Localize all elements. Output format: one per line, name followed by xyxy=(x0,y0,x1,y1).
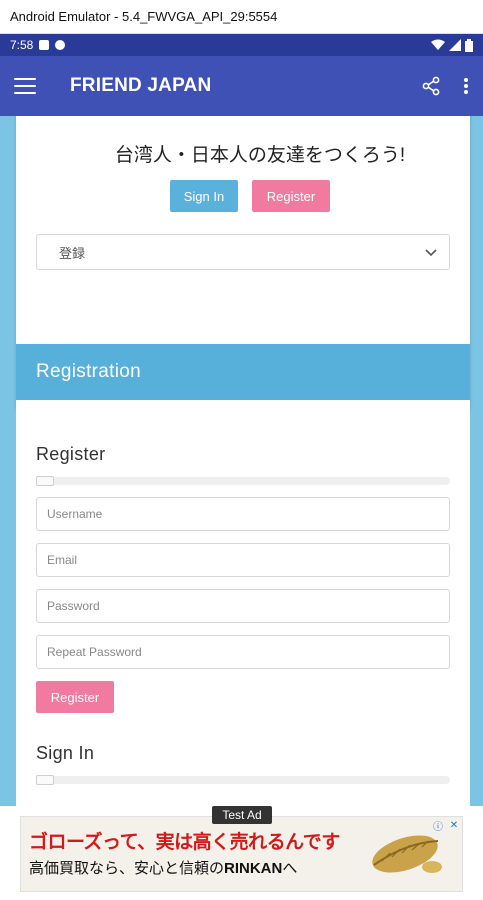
status-time: 7:58 xyxy=(10,38,34,52)
app-bar: FRIEND JAPAN xyxy=(0,56,483,116)
mode-select[interactable]: 登録 xyxy=(36,234,450,270)
page-content[interactable]: 台湾人・日本人の友達をつくろう! Sign In Register 登録 Reg… xyxy=(0,116,483,806)
chevron-down-icon xyxy=(425,249,437,257)
test-ad-label: Test Ad xyxy=(212,806,272,824)
signal-icon xyxy=(449,39,461,51)
android-statusbar: 7:58 xyxy=(0,34,483,56)
emulator-window: Android Emulator - 5.4_FWVGA_API_29:5554… xyxy=(0,0,483,900)
password-field[interactable]: Password xyxy=(36,589,450,623)
username-field[interactable]: Username xyxy=(36,497,450,531)
repeat-password-field[interactable]: Repeat Password xyxy=(36,635,450,669)
ad-close-icon[interactable]: ✕ xyxy=(448,819,460,831)
submit-register-button[interactable]: Register xyxy=(36,681,114,713)
signin-section-title: Sign In xyxy=(36,743,95,763)
divider-marker xyxy=(36,476,54,486)
ad-brand: RINKAN xyxy=(224,860,283,877)
ad-subtext: 高価買取なら、安心と信頼のRINKANへ xyxy=(29,857,297,878)
registration-card: Registration Register Username Email Pas… xyxy=(16,344,470,806)
sim-card-icon xyxy=(39,40,50,50)
window-title: Android Emulator - 5.4_FWVGA_API_29:5554 xyxy=(10,9,278,24)
welcome-heading: 台湾人・日本人の友達をつくろう! xyxy=(114,145,406,166)
sign-in-button[interactable]: Sign In xyxy=(170,180,238,212)
battery-icon xyxy=(465,38,473,52)
share-icon[interactable] xyxy=(421,76,441,96)
menu-icon[interactable] xyxy=(14,78,36,94)
register-section-title: Register xyxy=(36,444,106,464)
mode-select-value: 登録 xyxy=(59,245,86,261)
window-titlebar: Android Emulator - 5.4_FWVGA_API_29:5554 xyxy=(0,0,483,34)
ad-banner[interactable]: ゴローズって、実は高く売れるんです 高価買取なら、安心と信頼のRINKANへ ⓘ… xyxy=(20,816,463,892)
registration-header: Registration xyxy=(16,344,470,400)
ad-subtext-prefix: 高価買取なら、安心と信頼の xyxy=(29,860,225,877)
wifi-icon xyxy=(431,39,445,50)
ad-banner-area: ゴローズって、実は高く売れるんです 高価買取なら、安心と信頼のRINKANへ ⓘ… xyxy=(0,806,483,900)
ad-headline: ゴローズって、実は高く売れるんです xyxy=(29,832,340,853)
sync-icon xyxy=(55,40,66,50)
ad-controls: ⓘ ✕ xyxy=(432,819,460,833)
signin-divider xyxy=(36,775,450,785)
ad-subtext-suffix: へ xyxy=(282,860,298,877)
register-divider xyxy=(36,476,450,486)
register-button[interactable]: Register xyxy=(252,180,330,212)
divider-marker xyxy=(36,775,54,785)
app-title: FRIEND JAPAN xyxy=(70,75,212,96)
email-field[interactable]: Email xyxy=(36,543,450,577)
ad-info-icon[interactable]: ⓘ xyxy=(432,819,444,833)
overflow-menu-icon[interactable] xyxy=(463,77,469,95)
